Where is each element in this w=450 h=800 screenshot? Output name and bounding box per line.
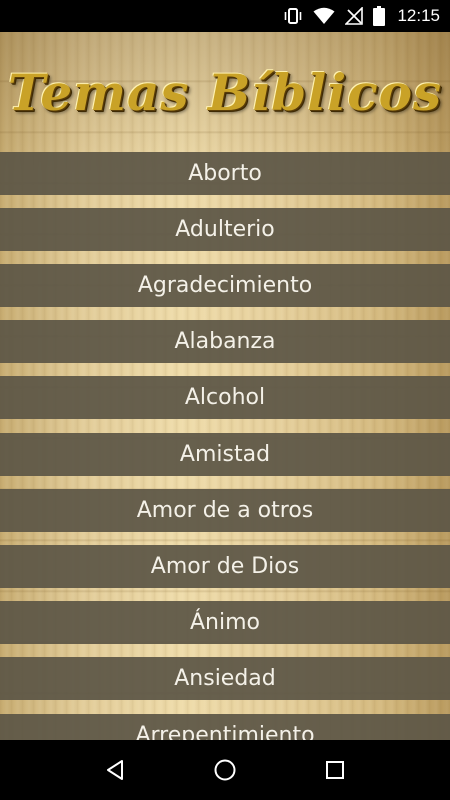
topic-item[interactable]: Amistad [0,433,450,476]
topic-item[interactable]: Agradecimiento [0,264,450,307]
topic-item[interactable]: Alabanza [0,320,450,363]
status-bar: 12:15 [0,0,450,32]
topic-item[interactable]: Ánimo [0,601,450,644]
topic-item[interactable]: Arrepentimiento [0,714,450,740]
topic-item[interactable]: Aborto [0,152,450,195]
topic-item[interactable]: Ansiedad [0,657,450,700]
topic-item[interactable]: Amor de a otros [0,489,450,532]
app-title: Temas Bíblicos [7,62,443,122]
status-time: 12:15 [397,6,440,25]
wifi-icon [313,7,335,25]
recents-icon[interactable] [311,746,359,794]
topic-item[interactable]: Alcohol [0,376,450,419]
topic-item[interactable]: Amor de Dios [0,545,450,588]
home-icon[interactable] [201,746,249,794]
navigation-bar [0,740,450,800]
app-content: Temas Bíblicos Aborto Adulterio Agradeci… [0,32,450,740]
no-signal-icon [345,7,364,25]
vibrate-icon [283,7,303,25]
topic-item[interactable]: Adulterio [0,208,450,251]
battery-icon [373,6,386,26]
header: Temas Bíblicos [0,32,450,152]
back-icon[interactable] [91,746,139,794]
